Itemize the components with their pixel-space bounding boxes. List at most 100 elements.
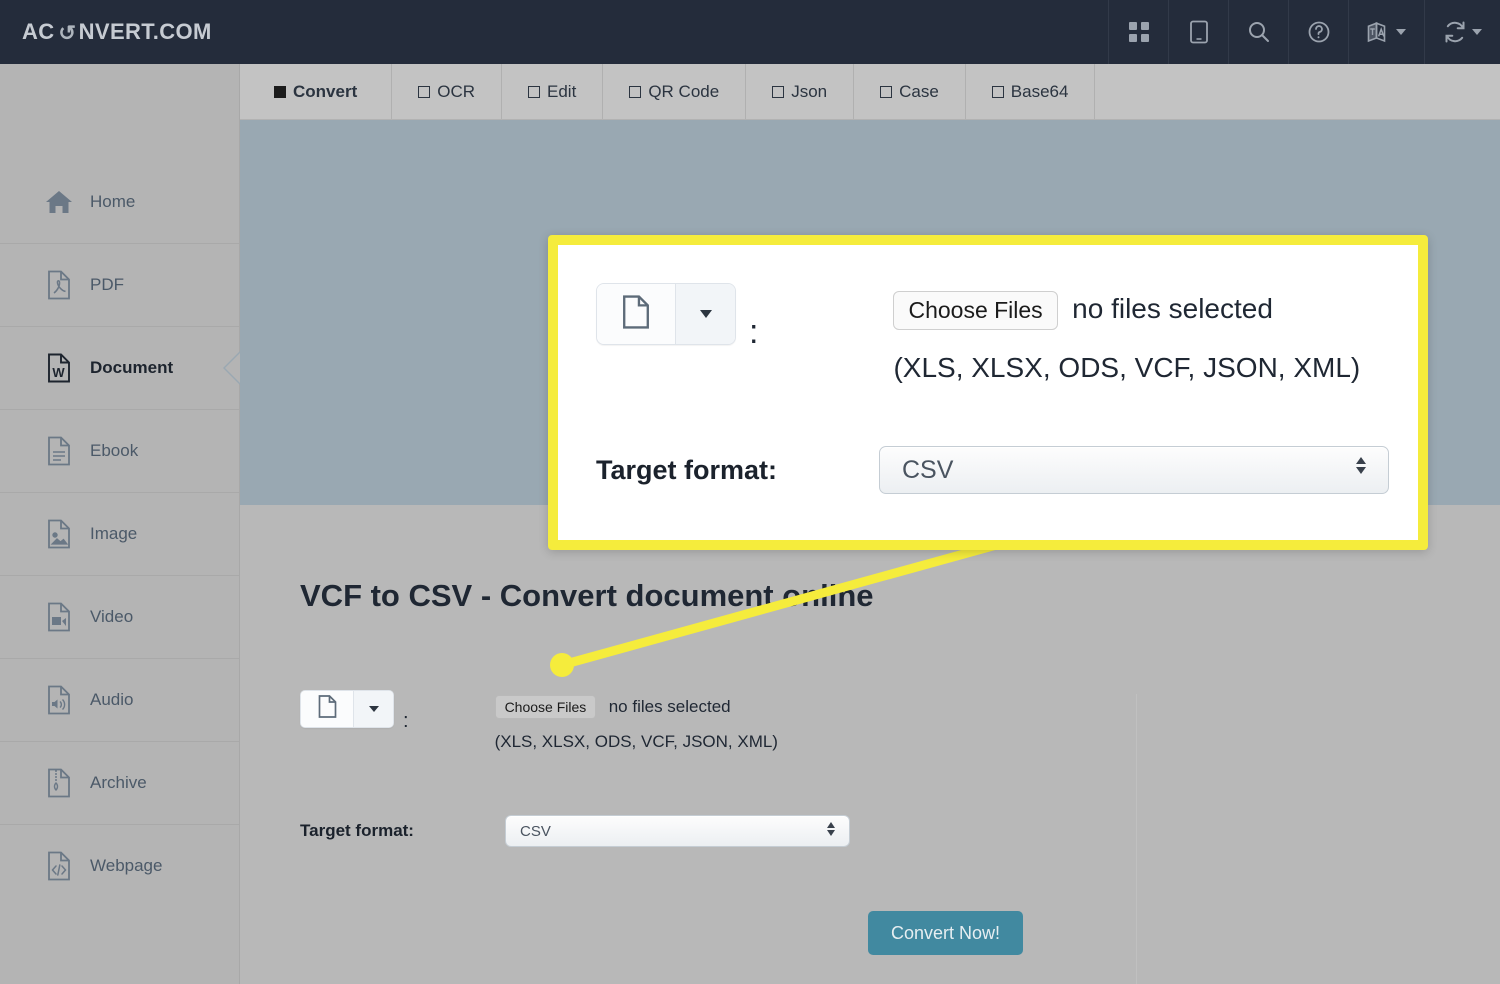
search-icon — [1247, 20, 1271, 44]
tab-label: Convert — [293, 81, 358, 101]
top-bar-actions — [1108, 0, 1500, 64]
audio-file-icon — [44, 685, 74, 715]
callout-choose-files-button[interactable]: Choose Files — [893, 291, 1058, 330]
tablet-button[interactable] — [1168, 0, 1228, 64]
video-file-icon — [44, 602, 74, 632]
callout-anchor-dot — [550, 653, 574, 677]
sidebar-item-label: Home — [90, 191, 136, 211]
source-type-split-button[interactable] — [300, 690, 394, 728]
top-bar: AC ↻ NVERT.COM — [0, 0, 1500, 64]
image-file-icon — [44, 519, 74, 549]
tablet-icon — [1189, 20, 1209, 44]
callout-source-row: : Choose Files no files selected (XLS, X… — [596, 283, 1406, 384]
sidebar-item-ebook[interactable]: Ebook — [0, 409, 239, 492]
convert-refresh-button[interactable] — [1424, 0, 1500, 64]
callout-source-type-split-button[interactable] — [596, 283, 736, 345]
pdf-file-icon — [44, 270, 74, 300]
callout-source-type-button[interactable] — [597, 284, 675, 344]
source-colon: : — [403, 710, 409, 732]
triangle-down-icon — [827, 830, 835, 836]
callout-convert-form: : Choose Files no files selected (XLS, X… — [596, 283, 1406, 494]
chevron-down-icon — [368, 706, 379, 712]
square-empty-icon — [528, 85, 541, 98]
convert-form: : Choose Files no files selected (XLS, X… — [300, 690, 1140, 847]
sidebar-item-label: Video — [90, 607, 134, 626]
logo-prefix: AC — [22, 19, 55, 44]
tab-label: Json — [791, 81, 828, 101]
callout-panel: : Choose Files no files selected (XLS, X… — [548, 235, 1428, 550]
sidebar-item-video[interactable]: Video — [0, 575, 239, 658]
callout-no-files-selected-text: no files selected — [1072, 293, 1273, 324]
sidebar-item-label: Archive — [90, 773, 147, 792]
sidebar-item-pdf[interactable]: PDF — [0, 243, 239, 326]
callout-target-format-value: CSV — [902, 455, 954, 484]
sidebar-item-label: PDF — [90, 275, 124, 294]
document-file-icon — [318, 695, 337, 723]
triangle-down-icon — [1356, 467, 1366, 474]
source-type-dropdown-button[interactable] — [353, 691, 393, 727]
square-filled-icon — [274, 85, 286, 98]
tab-base64[interactable]: Base64 — [966, 64, 1096, 119]
word-document-icon: W — [44, 353, 74, 383]
tab-json[interactable]: Json — [746, 64, 855, 119]
callout-target-format-select[interactable]: CSV — [879, 446, 1389, 494]
callout-file-input-group: Choose Files no files selected (XLS, XLS… — [893, 283, 1360, 384]
callout-accepted-formats-text: (XLS, XLSX, ODS, VCF, JSON, XML) — [893, 352, 1361, 383]
code-file-icon — [44, 851, 74, 881]
select-spinner-icon — [1356, 457, 1366, 474]
sidebar-item-label: Image — [90, 524, 138, 543]
tab-label: QR Code — [648, 81, 720, 101]
square-empty-icon — [880, 85, 893, 98]
tab-case[interactable]: Case — [854, 64, 966, 119]
target-format-value: CSV — [520, 822, 551, 840]
search-button[interactable] — [1228, 0, 1288, 64]
translate-icon — [1367, 21, 1391, 43]
chevron-down-icon — [1472, 29, 1482, 35]
sidebar-item-archive[interactable]: Archive — [0, 741, 239, 824]
triangle-up-icon — [827, 822, 835, 828]
tab-ocr[interactable]: OCR — [392, 64, 503, 119]
refresh-circular-arrow-icon: ↻ — [57, 21, 76, 45]
active-item-pointer-icon — [223, 351, 240, 385]
sidebar: Home PDF W Document Ebook Image Video Au… — [0, 64, 240, 984]
home-icon — [44, 187, 74, 217]
source-row: : Choose Files no files selected (XLS, X… — [300, 690, 1140, 752]
tab-label: Edit — [547, 81, 577, 101]
chevron-down-icon — [699, 310, 712, 318]
sidebar-item-label: Audio — [90, 690, 134, 709]
square-empty-icon — [991, 85, 1004, 98]
callout-target-format-row: Target format: CSV — [596, 446, 1406, 494]
square-empty-icon — [772, 85, 785, 98]
document-file-icon — [622, 294, 650, 334]
file-input-group: Choose Files no files selected (XLS, XLS… — [494, 690, 778, 752]
svg-text:W: W — [52, 365, 65, 380]
accepted-formats-text: (XLS, XLSX, ODS, VCF, JSON, XML) — [494, 732, 778, 751]
tab-edit[interactable]: Edit — [502, 64, 604, 119]
site-logo[interactable]: AC ↻ NVERT.COM — [22, 19, 212, 45]
callout-source-colon: : — [749, 312, 759, 351]
sidebar-item-image[interactable]: Image — [0, 492, 239, 575]
no-files-selected-text: no files selected — [608, 697, 731, 716]
tab-label: OCR — [437, 81, 476, 101]
apps-grid-button[interactable] — [1108, 0, 1168, 64]
target-format-row: Target format: CSV — [300, 815, 1140, 847]
choose-files-button[interactable]: Choose Files — [494, 695, 597, 719]
convert-now-button[interactable]: Convert Now! — [868, 911, 1023, 955]
sidebar-item-document[interactable]: W Document — [0, 326, 240, 409]
callout-source-type-dropdown-button[interactable] — [675, 284, 735, 344]
triangle-up-icon — [1356, 457, 1366, 464]
tab-label: Case — [899, 81, 939, 101]
tab-convert[interactable]: Convert — [240, 64, 393, 119]
tab-bar-filler — [1095, 64, 1500, 119]
sidebar-item-audio[interactable]: Audio — [0, 658, 239, 741]
tab-qr-code[interactable]: QR Code — [603, 64, 747, 119]
help-circle-icon — [1307, 20, 1331, 44]
sidebar-item-home[interactable]: Home — [0, 160, 239, 243]
sidebar-item-webpage[interactable]: Webpage — [0, 824, 239, 907]
square-empty-icon — [418, 85, 431, 98]
target-format-select[interactable]: CSV — [505, 815, 850, 847]
help-button[interactable] — [1288, 0, 1348, 64]
language-button[interactable] — [1348, 0, 1424, 64]
page-title: VCF to CSV - Convert document online — [300, 578, 874, 613]
source-type-button[interactable] — [301, 691, 353, 727]
